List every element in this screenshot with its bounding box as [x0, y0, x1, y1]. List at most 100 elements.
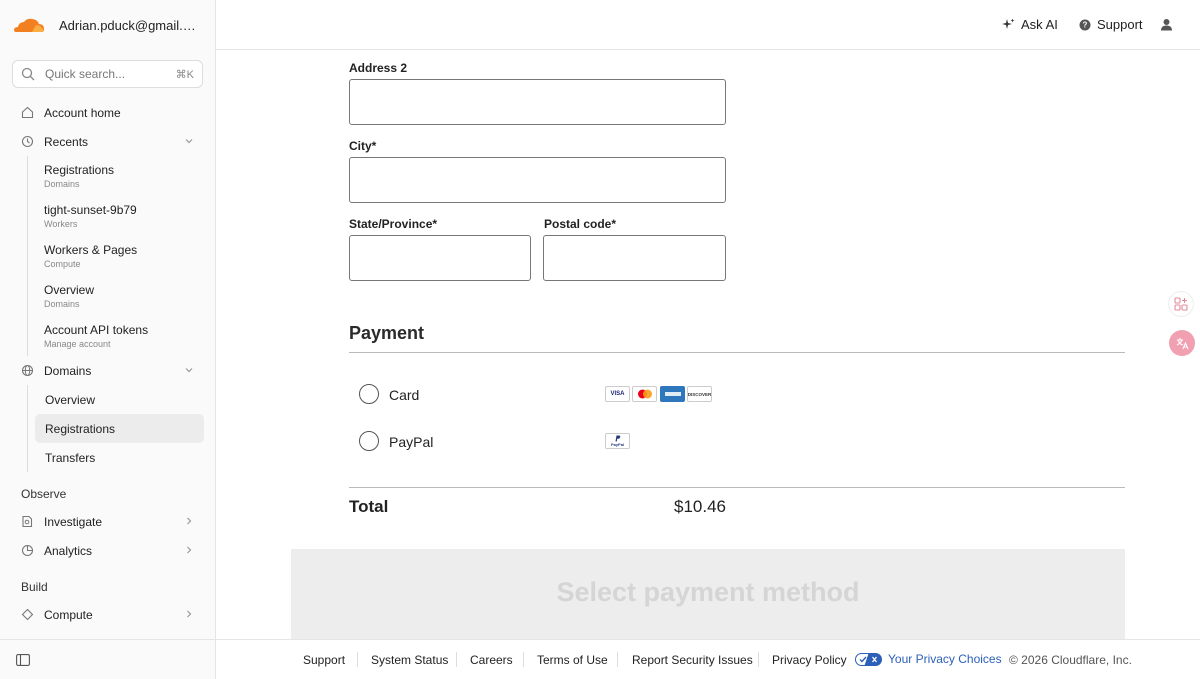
sidebar-item-label: Recents	[44, 134, 89, 149]
footer-link-privacy-policy[interactable]: Privacy Policy	[772, 653, 847, 667]
city-input[interactable]	[349, 157, 726, 203]
recent-item-subtitle: Domains	[44, 299, 80, 309]
postal-code-input[interactable]	[543, 235, 726, 281]
recent-item-title: Registrations	[44, 163, 115, 177]
sidebar-item-analytics[interactable]: Analytics	[0, 536, 216, 565]
sidebar-item-label: Compute	[44, 607, 93, 622]
sidebar-item-label: Account home	[44, 105, 121, 120]
recent-item-subtitle: Manage account	[44, 339, 111, 349]
footer-link-report-security[interactable]: Report Security Issues	[632, 653, 753, 667]
paypal-option-label[interactable]: PayPal	[389, 434, 433, 450]
section-label-observe: Observe	[21, 487, 67, 501]
chevron-right-icon[interactable]	[184, 545, 194, 555]
total-amount: $10.46	[674, 497, 726, 516]
mastercard-logo-icon	[632, 386, 657, 402]
discover-logo: DISCOVER	[687, 386, 712, 402]
quick-search-input[interactable]	[45, 67, 165, 81]
recent-item-subtitle: Compute	[44, 259, 81, 269]
paypal-logo-text: PayPal	[610, 442, 625, 447]
recent-item-subtitle: Domains	[44, 179, 80, 189]
recent-item[interactable]: Overview Domains	[28, 276, 216, 316]
ask-ai-label: Ask AI	[1021, 17, 1058, 32]
domains-list: Overview Registrations Transfers	[27, 385, 216, 472]
home-icon	[21, 106, 34, 119]
card-radio[interactable]	[359, 384, 379, 404]
recent-item[interactable]: Registrations Domains	[28, 156, 216, 196]
support-button[interactable]: ? Support	[1079, 17, 1143, 32]
recent-item-subtitle: Workers	[44, 219, 78, 229]
privacy-choices-link[interactable]: Your Privacy Choices	[855, 652, 1002, 666]
apps-widget-icon[interactable]	[1168, 291, 1194, 317]
help-circle-icon: ?	[1079, 19, 1091, 30]
select-payment-method-button[interactable]: Select payment method	[291, 549, 1125, 639]
account-email: Adrian.pduck@gmail.co...	[59, 17, 199, 33]
sidebar-item-label: Analytics	[44, 543, 93, 558]
chevron-right-icon[interactable]	[184, 516, 194, 526]
sidebar-nav: Account home Recents Registrations Domai…	[0, 98, 216, 629]
sidebar-item-label: Domains	[44, 363, 92, 378]
svg-text:?: ?	[1083, 20, 1088, 29]
sidebar-toggle-icon[interactable]	[16, 653, 30, 666]
search-icon	[21, 67, 35, 81]
compute-icon	[21, 608, 34, 621]
recent-item-title: Account API tokens	[44, 323, 149, 337]
amex-logo-icon	[660, 386, 685, 402]
total-label: Total	[349, 497, 389, 516]
footer-link-support[interactable]: Support	[303, 653, 345, 667]
chevron-down-icon[interactable]	[184, 365, 194, 375]
account-switcher[interactable]: Adrian.pduck@gmail.co...	[0, 0, 215, 50]
paypal-radio[interactable]	[359, 431, 379, 451]
state-label: State/Province*	[349, 217, 438, 231]
sidebar-item-label: Investigate	[44, 514, 103, 529]
paypal-p-icon	[615, 435, 621, 442]
card-option-label[interactable]: Card	[389, 387, 419, 403]
search-shortcut-hint: ⌘K	[175, 68, 194, 81]
payment-heading: Payment	[349, 323, 425, 343]
chevron-right-icon[interactable]	[184, 609, 194, 619]
user-avatar-icon[interactable]	[1160, 18, 1173, 31]
sidebar-item-domains[interactable]: Domains	[0, 356, 216, 385]
sidebar-item-domains-overview[interactable]: Overview	[35, 385, 204, 414]
sidebar-item-compute[interactable]: Compute	[0, 600, 216, 629]
footer-separator	[456, 652, 457, 667]
payment-divider	[349, 352, 1125, 353]
paypal-logo: PayPal	[605, 433, 630, 449]
footer-link-careers[interactable]: Careers	[470, 653, 513, 667]
copyright-text: © 2026 Cloudflare, Inc.	[1009, 653, 1132, 667]
cloudflare-logo-icon	[14, 18, 44, 32]
state-input[interactable]	[349, 235, 531, 281]
footer-separator	[523, 652, 524, 667]
recents-list: Registrations Domains tight-sunset-9b79 …	[27, 156, 216, 356]
globe-icon	[21, 364, 34, 377]
support-label: Support	[1097, 17, 1143, 32]
recent-item-title: Overview	[44, 283, 95, 297]
postal-code-label: Postal code*	[544, 217, 617, 231]
footer-link-system-status[interactable]: System Status	[371, 653, 448, 667]
footer-separator	[617, 652, 618, 667]
address2-input[interactable]	[349, 79, 726, 125]
sidebar-item-domains-transfers[interactable]: Transfers	[35, 443, 204, 472]
recent-item-title: Workers & Pages	[44, 243, 138, 257]
translate-widget-icon[interactable]	[1169, 330, 1195, 356]
privacy-toggle-icon	[855, 652, 882, 666]
sidebar-item-domains-registrations[interactable]: Registrations	[35, 414, 204, 443]
recent-item[interactable]: Account API tokens Manage account	[28, 316, 216, 356]
sidebar-item-investigate[interactable]: Investigate	[0, 507, 216, 536]
city-label: City*	[349, 139, 377, 153]
sparkle-icon	[1002, 18, 1015, 29]
quick-search-box[interactable]: ⌘K	[12, 60, 203, 88]
clock-icon	[21, 135, 34, 148]
chevron-down-icon[interactable]	[184, 136, 194, 146]
privacy-choices-label: Your Privacy Choices	[888, 652, 1002, 666]
page-footer: Support System Status Careers Terms of U…	[216, 639, 1200, 679]
total-divider	[349, 487, 1125, 488]
recent-item[interactable]: Workers & Pages Compute	[28, 236, 216, 276]
recent-item[interactable]: tight-sunset-9b79 Workers	[28, 196, 216, 236]
address2-label: Address 2	[349, 61, 408, 75]
ask-ai-button[interactable]: Ask AI	[1002, 17, 1058, 32]
sidebar-item-account-home[interactable]: Account home	[0, 98, 216, 127]
checkout-form: Address 2 City* State/Province* Postal c…	[216, 50, 1200, 639]
recent-item-title: tight-sunset-9b79	[44, 203, 137, 217]
footer-link-terms[interactable]: Terms of Use	[537, 653, 608, 667]
sidebar-item-recents[interactable]: Recents	[0, 127, 216, 156]
